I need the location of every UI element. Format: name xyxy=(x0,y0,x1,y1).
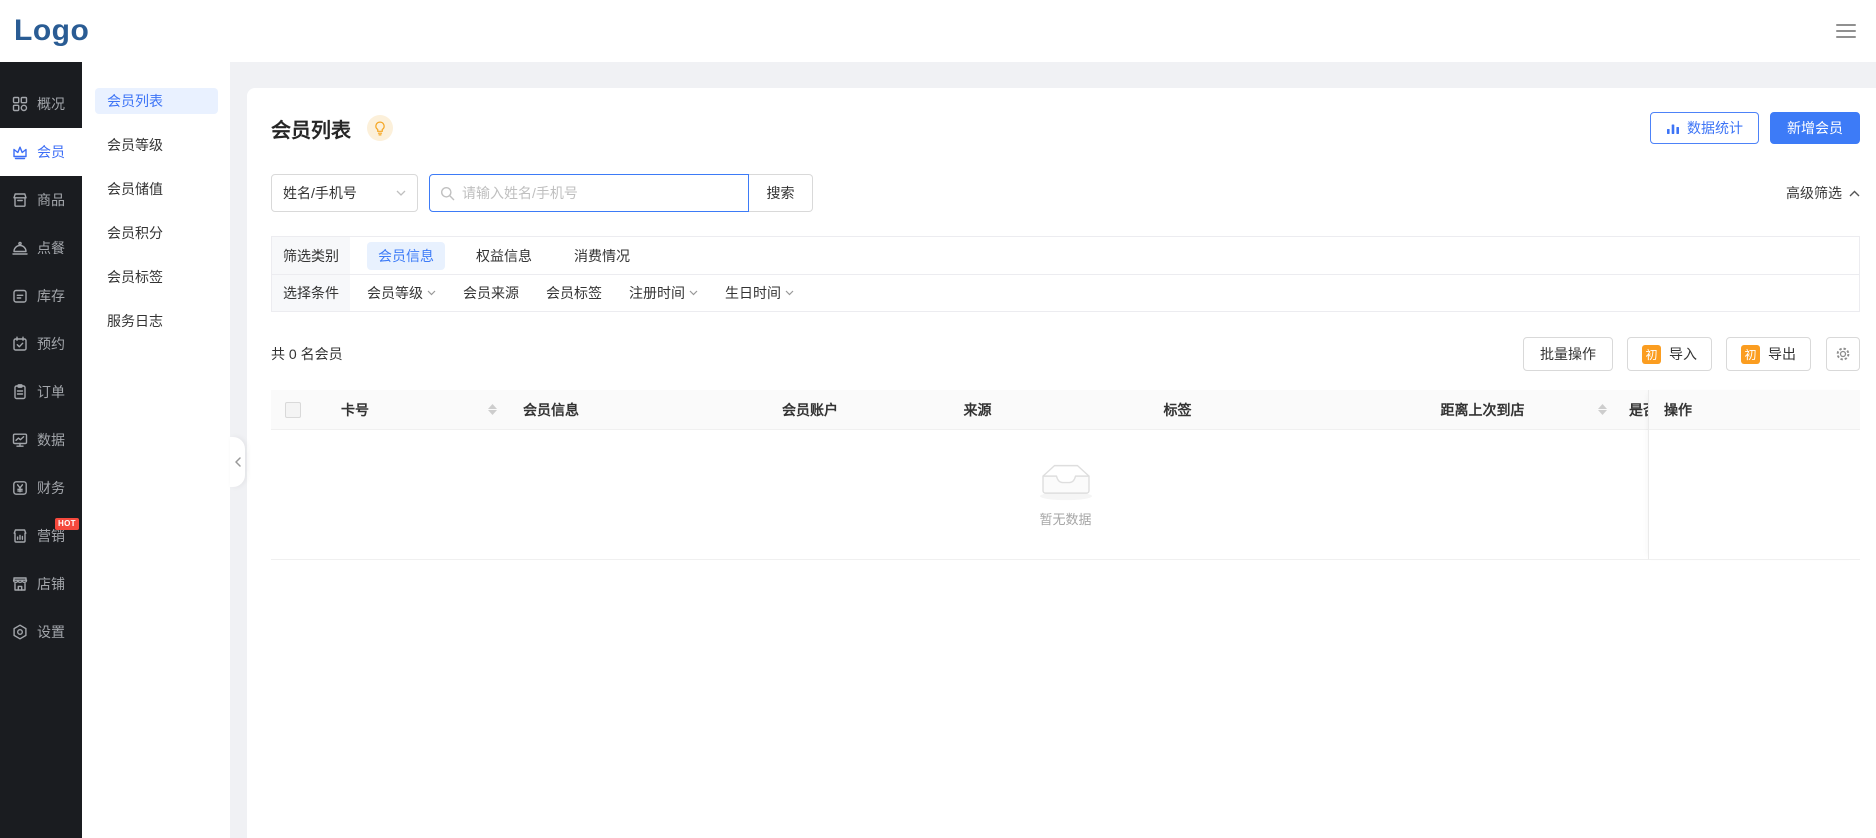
search-input[interactable] xyxy=(462,185,738,201)
hamburger-menu-icon[interactable] xyxy=(1832,20,1860,42)
sidebar-item-overview[interactable]: 概况 xyxy=(0,80,82,128)
sidebar-item-finance[interactable]: 财务 xyxy=(0,464,82,512)
fixed-action-column: 操作 xyxy=(1648,390,1860,560)
primary-sidebar: 概况 会员 商品 点餐 库存 预约 xyxy=(0,62,82,838)
select-all-checkbox[interactable] xyxy=(285,402,301,418)
member-count: 共 0 名会员 xyxy=(271,344,343,364)
grid-icon xyxy=(11,95,29,113)
submenu-item-member-list[interactable]: 会员列表 xyxy=(95,88,218,114)
member-table: 卡号 会员信息 会员账户 来源 标签 距离上次到店 xyxy=(271,390,1860,560)
content-card: 会员列表 数据统计 新增会员 姓名/手机号 xyxy=(247,88,1876,838)
logo: Logo xyxy=(14,14,89,48)
search-field-selector[interactable]: 姓名/手机号 xyxy=(271,174,418,212)
caret-down-icon xyxy=(689,290,698,296)
condition-member-source[interactable]: 会员来源 xyxy=(463,283,519,303)
chevron-left-icon xyxy=(234,457,242,467)
sidebar-item-dining[interactable]: 点餐 xyxy=(0,224,82,272)
column-source: 来源 xyxy=(964,400,992,420)
tutorial-badge: 初 xyxy=(1741,345,1760,364)
hot-badge: HOT xyxy=(55,518,79,530)
search-button[interactable]: 搜索 xyxy=(749,174,813,212)
page-title: 会员列表 xyxy=(271,114,351,143)
caret-up-icon xyxy=(1598,404,1607,409)
tutorial-badge: 初 xyxy=(1642,345,1661,364)
sidebar-item-inventory[interactable]: 库存 xyxy=(0,272,82,320)
filter-tab-member-info[interactable]: 会员信息 xyxy=(367,242,445,270)
caret-down-icon xyxy=(1598,410,1607,415)
column-action: 操作 xyxy=(1664,400,1692,420)
chevron-down-icon xyxy=(396,190,406,196)
submenu-item-member-tags[interactable]: 会员标签 xyxy=(95,264,218,290)
condition-register-time[interactable]: 注册时间 xyxy=(629,283,698,303)
search-icon xyxy=(440,186,455,201)
chevron-up-icon xyxy=(1849,190,1860,197)
empty-box-icon xyxy=(1034,459,1098,501)
store-icon xyxy=(11,575,29,593)
data-icon xyxy=(11,431,29,449)
order-icon xyxy=(11,383,29,401)
sidebar-item-goods[interactable]: 商品 xyxy=(0,176,82,224)
filter-category-label: 筛选类别 xyxy=(272,237,350,274)
filter-tab-benefit-info[interactable]: 权益信息 xyxy=(465,242,543,270)
sidebar-gutter xyxy=(230,62,247,838)
sidebar-item-member[interactable]: 会员 xyxy=(0,128,82,176)
import-button[interactable]: 初 导入 xyxy=(1627,337,1712,371)
caret-up-icon xyxy=(488,404,497,409)
column-last-visit: 距离上次到店 xyxy=(1441,400,1525,420)
calendar-check-icon xyxy=(11,335,29,353)
submenu-item-member-points[interactable]: 会员积分 xyxy=(95,220,218,246)
filter-panel: 筛选类别 会员信息 权益信息 消费情况 选择条件 会员等级 xyxy=(271,236,1860,312)
column-settings-button[interactable] xyxy=(1826,337,1860,371)
submenu-item-member-level[interactable]: 会员等级 xyxy=(95,132,218,158)
top-header: Logo xyxy=(0,0,1876,62)
table-body: 暂无数据 xyxy=(271,430,1860,560)
search-input-wrapper xyxy=(429,174,749,212)
sidebar-item-orders[interactable]: 订单 xyxy=(0,368,82,416)
empty-text: 暂无数据 xyxy=(1039,509,1091,528)
caret-down-icon xyxy=(785,290,794,296)
inventory-icon xyxy=(11,287,29,305)
export-button[interactable]: 初 导出 xyxy=(1726,337,1811,371)
submenu-item-service-log[interactable]: 服务日志 xyxy=(95,308,218,334)
goods-icon xyxy=(11,191,29,209)
sidebar-item-marketing[interactable]: 营销 HOT xyxy=(0,512,82,560)
sidebar-item-settings[interactable]: 设置 xyxy=(0,608,82,656)
sidebar-collapse-handle[interactable] xyxy=(230,437,245,487)
cloche-icon xyxy=(11,239,29,257)
condition-member-level[interactable]: 会员等级 xyxy=(367,283,436,303)
marketing-icon xyxy=(11,527,29,545)
condition-birthday-time[interactable]: 生日时间 xyxy=(725,283,794,303)
column-card-number: 卡号 xyxy=(341,400,369,420)
column-tag: 标签 xyxy=(1164,400,1192,420)
caret-down-icon xyxy=(488,410,497,415)
caret-down-icon xyxy=(427,290,436,296)
sidebar-item-store[interactable]: 店铺 xyxy=(0,560,82,608)
gear-icon xyxy=(1835,346,1851,362)
add-member-button[interactable]: 新增会员 xyxy=(1770,112,1860,144)
sort-card-number[interactable] xyxy=(488,404,497,415)
data-statistics-button[interactable]: 数据统计 xyxy=(1650,112,1759,144)
sort-last-visit[interactable] xyxy=(1598,404,1607,415)
bar-chart-icon xyxy=(1666,121,1680,135)
column-member-account: 会员账户 xyxy=(782,400,838,420)
batch-operation-button[interactable]: 批量操作 xyxy=(1523,337,1613,371)
condition-member-tag[interactable]: 会员标签 xyxy=(546,283,602,303)
lightbulb-help-icon[interactable] xyxy=(367,115,393,141)
sidebar-item-data[interactable]: 数据 xyxy=(0,416,82,464)
crown-icon xyxy=(11,143,29,161)
advanced-filter-toggle[interactable]: 高级筛选 xyxy=(1786,183,1860,203)
main-area: 会员列表 数据统计 新增会员 姓名/手机号 xyxy=(247,62,1876,838)
sidebar-item-reservation[interactable]: 预约 xyxy=(0,320,82,368)
table-header: 卡号 会员信息 会员账户 来源 标签 距离上次到店 xyxy=(271,390,1860,430)
finance-icon xyxy=(11,479,29,497)
settings-icon xyxy=(11,623,29,641)
filter-condition-label: 选择条件 xyxy=(272,275,350,311)
filter-tab-consumption[interactable]: 消费情况 xyxy=(563,242,641,270)
submenu-item-member-stored-value[interactable]: 会员储值 xyxy=(95,176,218,202)
column-member-info: 会员信息 xyxy=(523,400,579,420)
secondary-sidebar: 会员列表 会员等级 会员储值 会员积分 会员标签 服务日志 xyxy=(82,62,230,838)
empty-state: 暂无数据 xyxy=(271,459,1860,528)
